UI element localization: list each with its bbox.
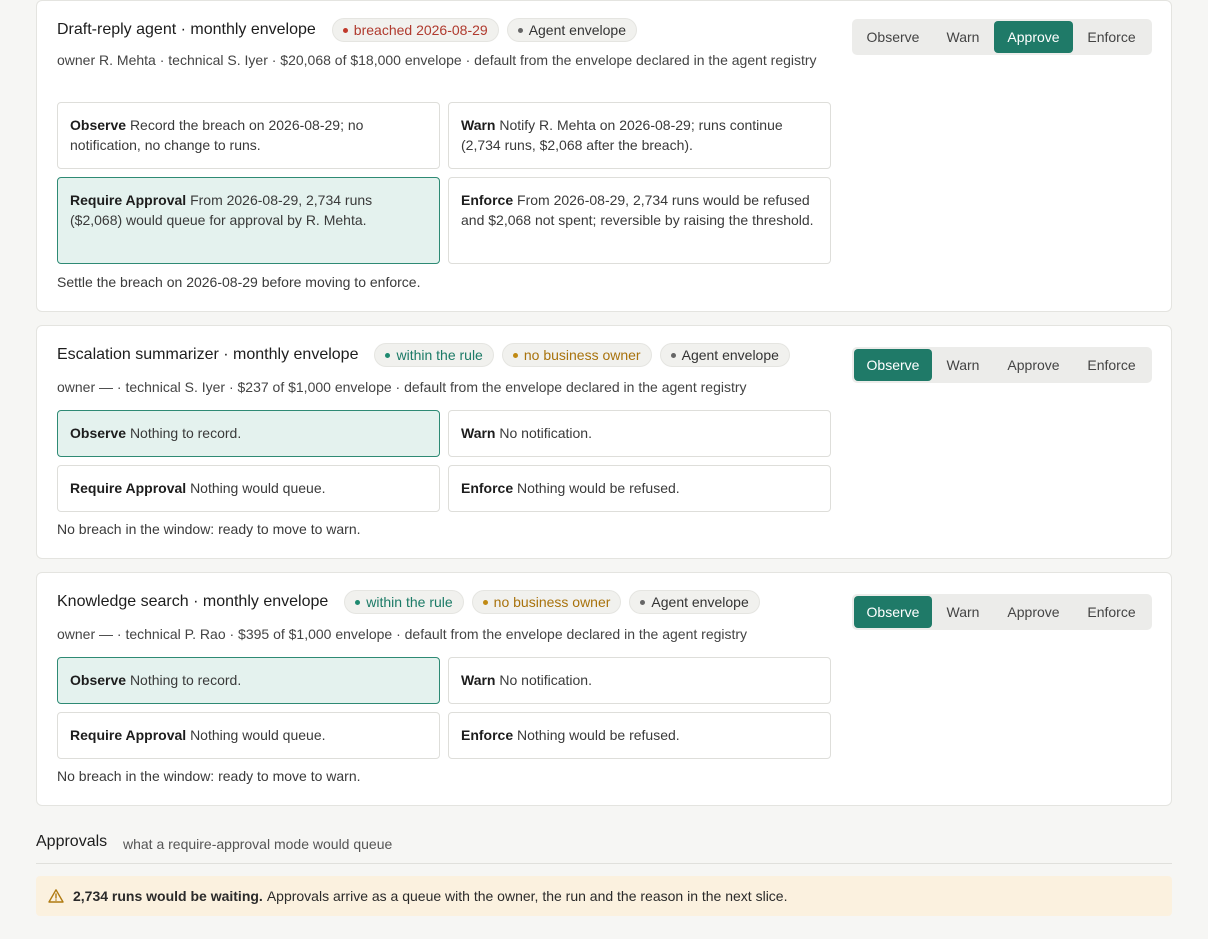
mode-name: Observe <box>70 425 127 441</box>
agent-meta: owner — · technical P. Rao · $395 of $1,… <box>57 626 748 642</box>
banner-headline: 2,734 runs would be waiting. <box>73 888 263 904</box>
mode-option-warn[interactable]: Warn <box>932 21 994 53</box>
status-dot-icon <box>482 599 488 605</box>
agent-card-escalation-summarizer: Escalation summarizer · monthly envelope… <box>36 325 1172 559</box>
status-dot-icon <box>342 27 348 33</box>
mode-option-observe[interactable]: Observe <box>854 349 932 381</box>
mode-card-warn[interactable]: Warn Notify R. Mehta on 2026-08-29; runs… <box>448 102 831 169</box>
mode-option-warn[interactable]: Warn <box>932 596 994 628</box>
mode-description: Nothing would be refused. <box>517 727 680 743</box>
section-subtitle: what a require-approval mode would queue <box>123 836 393 852</box>
mode-selector: Observe Warn Approve Enforce <box>852 19 1152 55</box>
badge-label: Agent envelope <box>681 347 779 363</box>
agent-title: Escalation summarizer · monthly envelope <box>57 346 359 363</box>
mode-name: Require Approval <box>70 192 187 208</box>
agent-title: Draft-reply agent · monthly envelope <box>57 21 316 38</box>
mode-description: Nothing to record. <box>129 672 242 688</box>
mode-name: Enforce <box>461 192 514 208</box>
mode-selector: Observe Warn Approve Enforce <box>852 347 1152 383</box>
mode-card-require-approval[interactable]: Require Approval From 2026-08-29, 2,734 … <box>57 177 440 264</box>
mode-name: Enforce <box>461 480 514 496</box>
mode-name: Require Approval <box>70 480 187 496</box>
mode-card-warn[interactable]: Warn No notification. <box>448 410 831 457</box>
agent-meta: owner — · technical S. Iyer · $237 of $1… <box>57 379 747 395</box>
agent-note: Settle the breach on 2026-08-29 before m… <box>57 274 421 290</box>
mode-name: Enforce <box>461 727 514 743</box>
mode-name: Observe <box>70 117 127 133</box>
mode-description: Nothing to record. <box>129 425 242 441</box>
badge-label: within the rule <box>396 347 483 363</box>
mode-card-enforce[interactable]: Enforce From 2026-08-29, 2,734 runs woul… <box>448 177 831 264</box>
mode-option-observe[interactable]: Observe <box>854 596 932 628</box>
agent-card-draft-reply: Draft-reply agent · monthly envelope bre… <box>36 0 1172 312</box>
mode-card-enforce[interactable]: Enforce Nothing would be refused. <box>448 712 831 759</box>
mode-name: Require Approval <box>70 727 187 743</box>
mode-card-observe[interactable]: Observe Nothing to record. <box>57 657 440 704</box>
agent-card-knowledge-search: Knowledge search · monthly envelope with… <box>36 572 1172 806</box>
scope-badge: Agent envelope <box>659 343 790 367</box>
agent-meta: owner R. Mehta · technical S. Iyer · $20… <box>57 52 817 68</box>
approvals-section-header: Approvals what a require-approval mode w… <box>36 832 1172 864</box>
status-dot-icon <box>355 599 361 605</box>
mode-selector: Observe Warn Approve Enforce <box>852 594 1152 630</box>
mode-description: Nothing would be refused. <box>517 480 680 496</box>
status-badge-within-rule: within the rule <box>374 343 494 367</box>
mode-name: Warn <box>461 425 496 441</box>
mode-description: No notification. <box>499 425 592 441</box>
scope-badge: Agent envelope <box>629 590 760 614</box>
mode-card-require-approval[interactable]: Require Approval Nothing would queue. <box>57 712 440 759</box>
badge-label: Agent envelope <box>651 594 749 610</box>
status-badge-within-rule: within the rule <box>344 590 464 614</box>
owner-badge-missing: no business owner <box>501 343 652 367</box>
mode-card-observe[interactable]: Observe Nothing to record. <box>57 410 440 457</box>
scope-badge: Agent envelope <box>506 18 637 42</box>
mode-card-require-approval[interactable]: Require Approval Nothing would queue. <box>57 465 440 512</box>
mode-option-enforce[interactable]: Enforce <box>1073 21 1150 53</box>
mode-option-approve[interactable]: Approve <box>994 596 1073 628</box>
status-dot-icon <box>512 352 518 358</box>
status-dot-icon <box>670 352 676 358</box>
mode-description: From 2026-08-29, 2,734 runs would be ref… <box>461 192 814 228</box>
status-dot-icon <box>385 352 391 358</box>
mode-name: Warn <box>461 672 496 688</box>
mode-description: No notification. <box>499 672 592 688</box>
mode-card-enforce[interactable]: Enforce Nothing would be refused. <box>448 465 831 512</box>
badge-label: no business owner <box>493 594 611 610</box>
approvals-banner: 2,734 runs would be waiting. Approvals a… <box>36 876 1172 916</box>
status-dot-icon <box>640 599 646 605</box>
mode-option-warn[interactable]: Warn <box>932 349 994 381</box>
agent-title-row: Draft-reply agent · monthly envelope bre… <box>57 18 637 42</box>
warning-triangle-icon <box>48 888 64 904</box>
owner-badge-missing: no business owner <box>471 590 622 614</box>
agent-note: No breach in the window: ready to move t… <box>57 768 361 784</box>
mode-option-approve[interactable]: Approve <box>994 21 1073 53</box>
mode-description: Notify R. Mehta on 2026-08-29; runs cont… <box>461 117 783 153</box>
mode-option-enforce[interactable]: Enforce <box>1073 349 1150 381</box>
section-title: Approvals <box>36 833 108 850</box>
agent-title: Knowledge search · monthly envelope <box>57 593 329 610</box>
status-dot-icon <box>517 27 523 33</box>
status-badge-breached: breached 2026-08-29 <box>331 18 499 42</box>
badge-label: within the rule <box>366 594 453 610</box>
mode-name: Warn <box>461 117 496 133</box>
agent-note: No breach in the window: ready to move t… <box>57 521 361 537</box>
agent-title-row: Knowledge search · monthly envelope with… <box>57 590 760 614</box>
mode-option-observe[interactable]: Observe <box>854 21 932 53</box>
badge-label: Agent envelope <box>528 22 626 38</box>
mode-option-enforce[interactable]: Enforce <box>1073 596 1150 628</box>
mode-description: Nothing would queue. <box>190 480 326 496</box>
mode-description: Nothing would queue. <box>190 727 326 743</box>
mode-name: Observe <box>70 672 127 688</box>
badge-label: no business owner <box>523 347 641 363</box>
badge-label: breached 2026-08-29 <box>353 22 488 38</box>
mode-card-observe[interactable]: Observe Record the breach on 2026-08-29;… <box>57 102 440 169</box>
mode-option-approve[interactable]: Approve <box>994 349 1073 381</box>
banner-text: Approvals arrive as a queue with the own… <box>266 888 788 904</box>
mode-card-warn[interactable]: Warn No notification. <box>448 657 831 704</box>
agent-title-row: Escalation summarizer · monthly envelope… <box>57 343 790 367</box>
